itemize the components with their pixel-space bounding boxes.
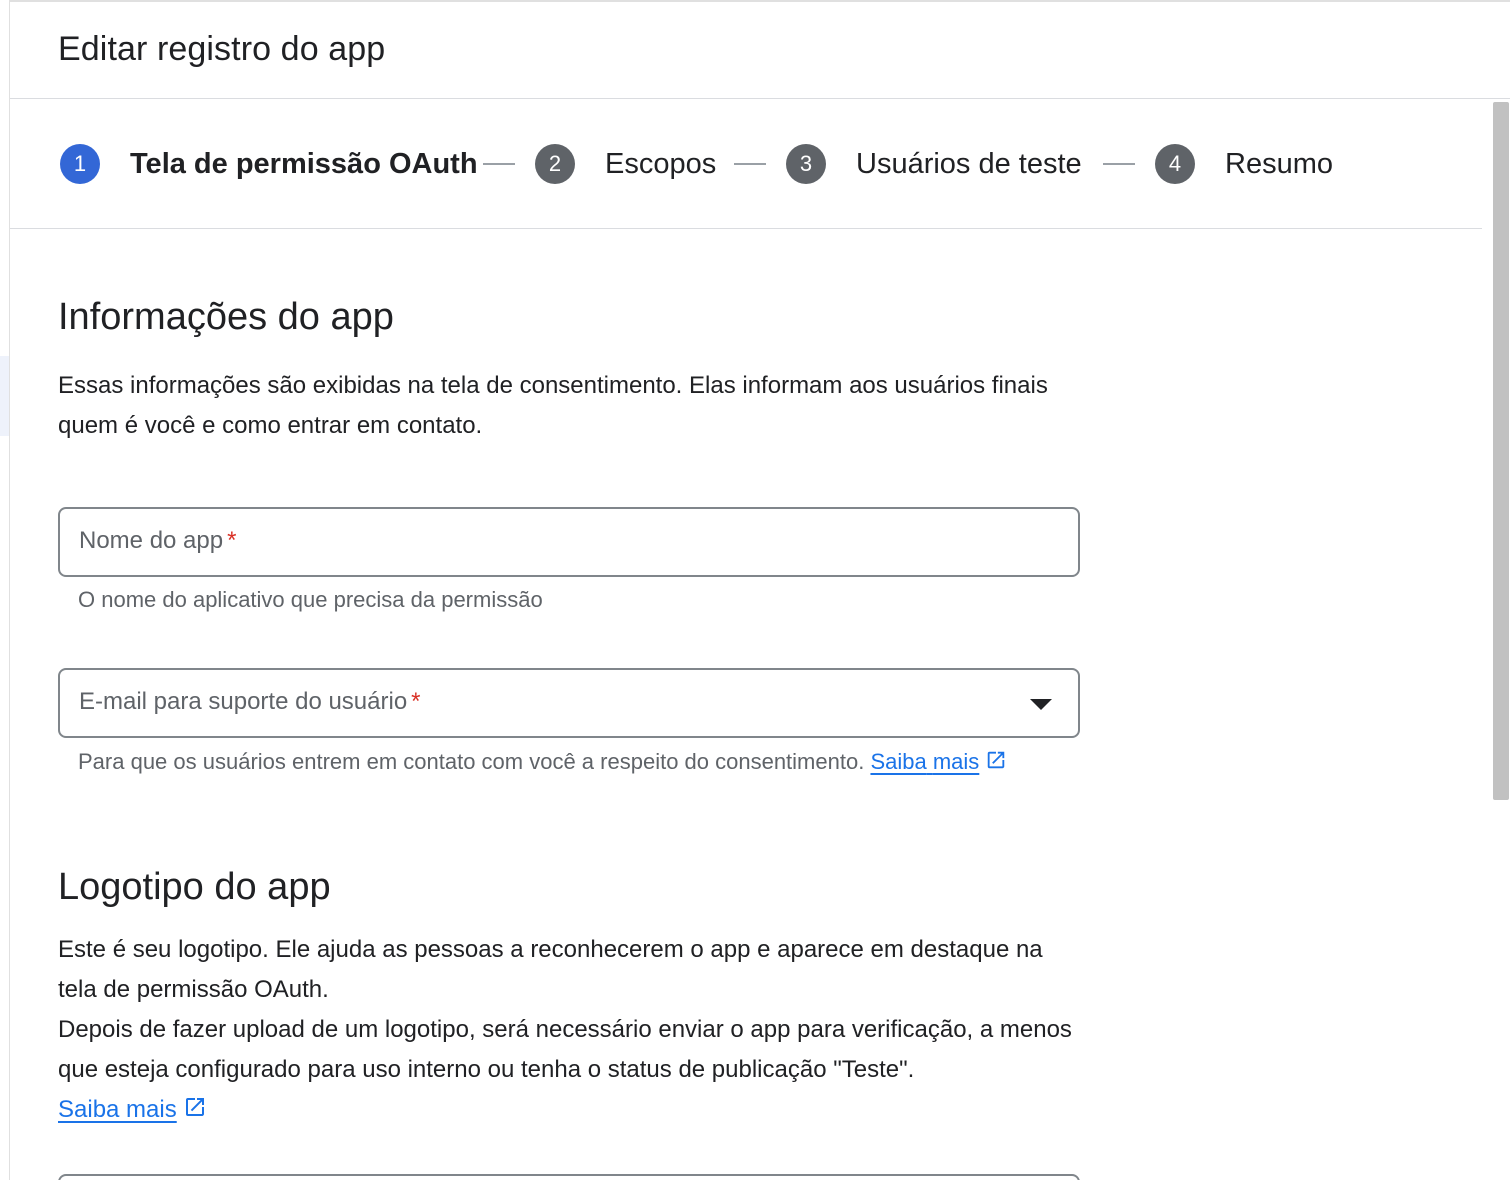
step-connector: [483, 163, 515, 165]
step-connector: [734, 163, 766, 165]
step-summary[interactable]: 4 Resumo: [1155, 144, 1333, 184]
step-label: Usuários de teste: [856, 147, 1082, 180]
app-info-description: Essas informações são exibidas na tela d…: [58, 372, 1048, 439]
open-in-new-icon: [988, 751, 1005, 769]
logo-verification-note: Depois de fazer upload de um logotipo, s…: [58, 1016, 1072, 1083]
page-title: Editar registro do app: [58, 30, 386, 68]
dropdown-arrow-icon[interactable]: [1030, 699, 1052, 710]
step-label: Resumo: [1225, 147, 1333, 180]
edit-app-registration-page: Editar registro do app 1 Tela de permiss…: [0, 0, 1510, 1180]
left-panel-edge: [0, 0, 10, 1180]
support-email-placeholder: E-mail para suporte do usuário *: [79, 688, 421, 715]
step-number: 2: [535, 144, 575, 184]
app-name-placeholder: Nome do app *: [79, 527, 237, 554]
step-scopes[interactable]: 2 Escopos: [535, 144, 716, 184]
step-number: 3: [786, 144, 826, 184]
page-header: Editar registro do app: [10, 2, 1510, 99]
step-label: Tela de permissão OAuth: [130, 147, 478, 180]
support-email-hint: Para que os usuários entrem em contato c…: [78, 746, 1018, 778]
step-oauth-consent[interactable]: 1 Tela de permissão OAuth: [60, 144, 478, 184]
app-info-heading: Informações do app: [58, 296, 394, 338]
step-number: 4: [1155, 144, 1195, 184]
logo-learn-more: Saiba mais: [58, 1090, 207, 1130]
scrollbar[interactable]: [1492, 100, 1510, 1180]
required-asterisk: *: [227, 527, 237, 554]
logo-upload-field[interactable]: [58, 1174, 1080, 1180]
step-connector: [1103, 163, 1135, 165]
step-label: Escopos: [605, 147, 717, 180]
logo-learn-more-link[interactable]: Saiba mais: [58, 1096, 177, 1123]
required-asterisk: *: [411, 688, 421, 715]
support-email-select[interactable]: E-mail para suporte do usuário *: [58, 668, 1080, 738]
left-panel-highlight: [0, 356, 9, 436]
app-name-hint: O nome do aplicativo que precisa da perm…: [78, 587, 543, 612]
scrollbar-thumb[interactable]: [1493, 102, 1509, 800]
step-number: 1: [60, 144, 100, 184]
logo-heading: Logotipo do app: [58, 866, 331, 908]
app-name-field[interactable]: Nome do app *: [58, 507, 1080, 577]
learn-more-link[interactable]: Saiba mais: [870, 749, 979, 774]
open-in-new-icon: [185, 1098, 204, 1116]
stepper: 1 Tela de permissão OAuth 2 Escopos 3 Us…: [10, 100, 1482, 229]
step-test-users[interactable]: 3 Usuários de teste: [786, 144, 1082, 184]
logo-description: Este é seu logotipo. Ele ajuda as pessoa…: [58, 936, 1043, 1003]
